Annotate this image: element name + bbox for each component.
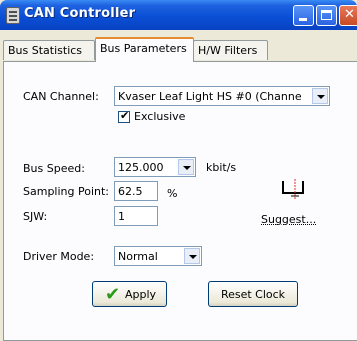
driver-mode-dropdown[interactable]: Normal xyxy=(114,246,202,266)
bus-speed-unit: kbit/s xyxy=(206,161,237,174)
tab-bus-statistics[interactable]: Bus Statistics xyxy=(3,40,95,60)
bus-speed-label: Bus Speed: xyxy=(23,162,85,175)
chevron-down-icon xyxy=(178,159,194,175)
bus-speed-value: 125.000 xyxy=(118,161,164,174)
tab-hw-filters[interactable]: H/W Filters xyxy=(193,40,268,60)
suggest-button[interactable]: Suggest... xyxy=(261,213,316,226)
close-button[interactable] xyxy=(339,5,357,26)
sjw-field[interactable] xyxy=(114,206,158,226)
apply-button-label: Apply xyxy=(124,288,157,301)
window-title: CAN Controller xyxy=(24,6,136,21)
bit-timing-icon xyxy=(282,179,304,199)
sampling-point-label: Sampling Point: xyxy=(23,185,110,198)
tab-bus-parameters[interactable]: Bus Parameters xyxy=(95,37,194,62)
maximize-button[interactable] xyxy=(316,5,337,26)
reset-clock-button[interactable]: Reset Clock xyxy=(208,281,298,307)
driver-mode-value: Normal xyxy=(118,250,158,263)
chevron-down-icon xyxy=(184,248,200,264)
minimize-button[interactable] xyxy=(293,5,314,26)
sjw-input[interactable] xyxy=(115,207,157,225)
app-icon xyxy=(6,7,20,24)
exclusive-label: Exclusive xyxy=(134,110,186,123)
apply-button[interactable]: ✔ Apply xyxy=(92,281,167,307)
driver-mode-label: Driver Mode: xyxy=(23,250,95,263)
reset-clock-button-label: Reset Clock xyxy=(220,288,286,301)
can-channel-label: CAN Channel: xyxy=(23,90,99,103)
can-controller-window: CAN Controller Bus Statistics Bus Parame… xyxy=(0,0,357,341)
sampling-point-input[interactable] xyxy=(115,182,157,200)
can-channel-value: Kvaser Leaf Light HS #0 (Channe xyxy=(118,90,302,103)
sampling-point-unit: % xyxy=(167,187,178,200)
exclusive-checkbox[interactable] xyxy=(118,109,130,123)
sampling-point-field[interactable] xyxy=(114,181,158,201)
bus-speed-dropdown[interactable]: 125.000 xyxy=(114,157,196,177)
chevron-down-icon xyxy=(312,88,328,104)
can-channel-dropdown[interactable]: Kvaser Leaf Light HS #0 (Channe xyxy=(114,86,330,106)
sjw-label: SJW: xyxy=(23,210,48,223)
title-bar: CAN Controller xyxy=(0,0,357,30)
